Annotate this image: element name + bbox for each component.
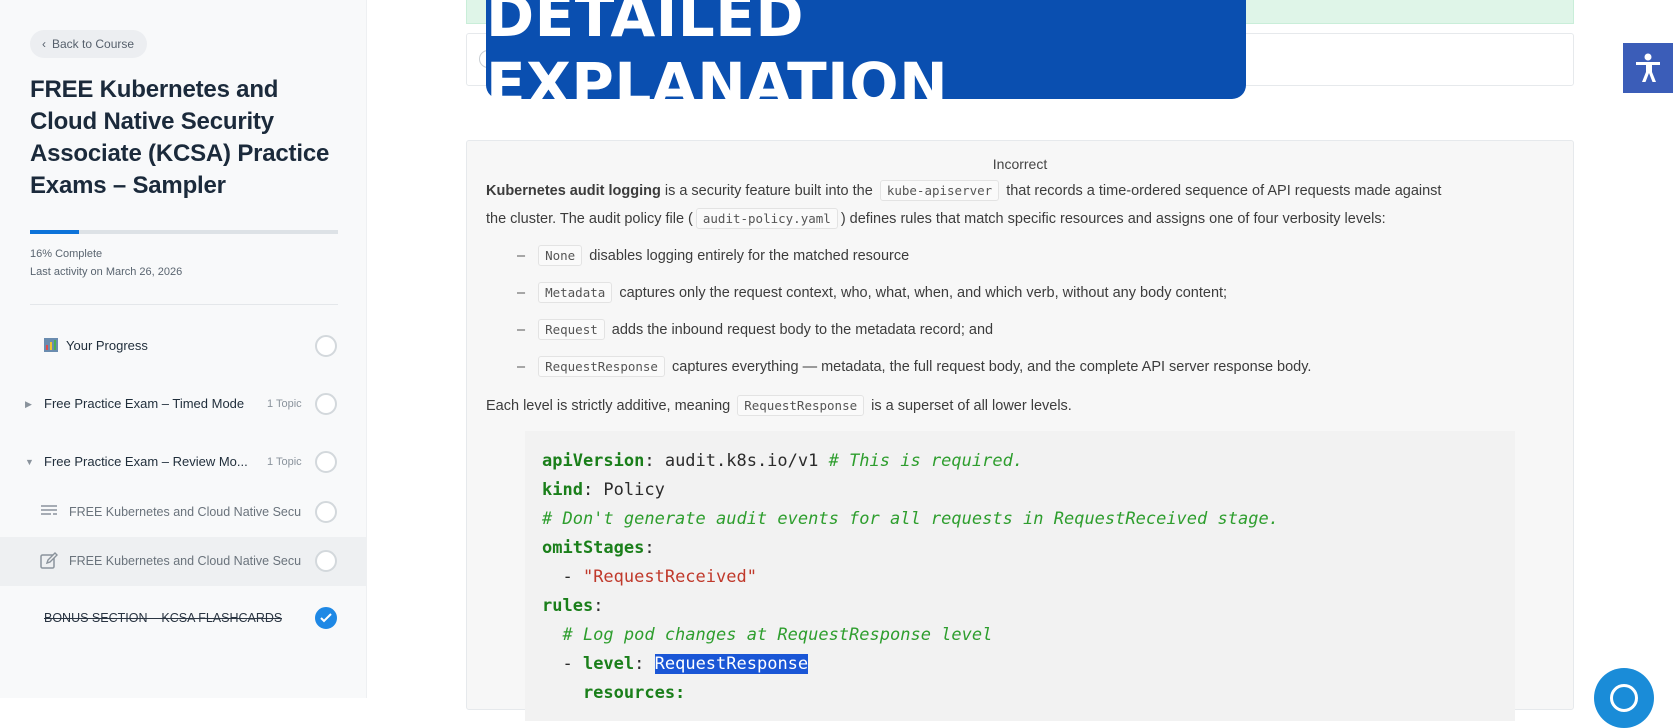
sidebar-subitem-lesson[interactable]: FREE Kubernetes and Cloud Native Secu [0,498,367,526]
sidebar-item-label: FREE Kubernetes and Cloud Native Secu [69,554,302,568]
dash: – [517,285,526,301]
sidebar-item-bonus-flashcards[interactable]: BONUS SECTION – KCSA FLASHCARDS [0,604,367,632]
progress-percent: 16% Complete [30,248,103,260]
inline-code: Metadata [538,282,613,303]
last-activity: Last activity on March 26, 2026 [30,266,183,278]
back-to-course-button[interactable]: ‹ Back to Course [30,30,148,58]
code-token: : audit.k8s.io/v1 [644,451,829,471]
level-item: – None disables logging entirely for the … [517,242,909,270]
dash: – [517,248,526,264]
lines-icon [40,504,58,521]
dash: – [517,359,526,375]
level-item: – Request adds the inbound request body t… [517,316,993,344]
caret-right-icon[interactable]: ▶ [25,399,32,410]
level-text: disables logging entirely for the matche… [589,248,910,264]
topic-count: 1 Topic [267,398,302,410]
inline-code: RequestResponse [538,356,665,377]
code-line: # Don't generate audit events for all re… [542,505,1279,534]
code-line: # Log pod changes at RequestResponse lev… [542,621,992,650]
code-line: apiVersion: audit.k8s.io/v1 # This is re… [542,447,1023,476]
intro-paragraph: Kubernetes audit logging is a security f… [486,177,1556,233]
chevron-left-icon: ‹ [42,37,46,51]
topic-count: 1 Topic [267,456,302,468]
code-token: : [593,596,604,616]
intro-text: ) defines rules that match specific reso… [840,211,1386,227]
code-line: - level: RequestResponse [542,650,809,679]
summary-text: Each level is strictly additive, meaning [486,398,735,414]
code-line: kind: Policy [542,476,665,505]
dash: – [517,322,526,338]
detailed-explanation-banner: DETAILED EXPLANATION [486,0,1246,118]
summary-text: is a superset of all lower levels. [867,398,1072,414]
inline-code: kube-apiserver [879,180,1000,201]
code-token: - [542,654,583,674]
course-sidebar: ‹ Back to Course FREE Kubernetes and Clo… [0,0,367,698]
code-token: omitStages [542,538,645,558]
yaml-code-block: apiVersion: audit.k8s.io/v1 # This is re… [525,431,1515,721]
code-token: # This is required. [828,451,1024,471]
chat-button[interactable] [1594,668,1654,728]
sidebar-item-timed-mode[interactable]: ▶ Free Practice Exam – Timed Mode 1 Topi… [0,390,367,418]
completion-circle [315,501,337,523]
sidebar-subitem-quiz[interactable]: FREE Kubernetes and Cloud Native Secu [0,537,367,586]
intro-bold: Kubernetes audit logging [486,183,661,199]
completion-circle [315,451,337,473]
code-token: apiVersion [542,451,645,471]
code-token: rules [542,596,594,616]
chart-icon [44,338,58,355]
sidebar-item-label: BONUS SECTION – KCSA FLASHCARDS [44,611,283,625]
code-line: omitStages: [542,534,655,563]
selected-text: RequestResponse [654,654,809,674]
progress-bar [30,230,338,234]
sidebar-item-label: Free Practice Exam – Timed Mode [44,396,245,411]
code-line: resources: [542,679,685,708]
inline-code: None [538,245,583,266]
accessibility-icon [1636,53,1660,82]
code-token: resources: [542,683,686,703]
code-token: : Policy [582,480,665,500]
code-token: : [634,654,655,674]
code-token: - [542,567,583,587]
completed-check-icon [315,607,337,629]
sidebar-item-your-progress[interactable]: Your Progress [0,332,367,360]
inline-code: audit-policy.yaml [695,208,838,229]
level-text: adds the inbound request body to the met… [611,322,994,338]
code-token: level [582,654,635,674]
intro-text: the cluster. The audit policy file ( [486,211,693,227]
sidebar-item-label: Free Practice Exam – Review Mo... [44,454,248,469]
inline-code: Request [538,319,605,340]
sidebar-item-review-mode[interactable]: ▼ Free Practice Exam – Review Mo... 1 To… [0,448,367,476]
banner-text: DETAILED EXPLANATION [486,0,949,118]
summary-paragraph: Each level is strictly additive, meaning… [486,392,1556,420]
inline-code: RequestResponse [737,395,865,416]
code-token: # Don't generate audit events for all re… [542,509,1279,529]
explanation-panel: Incorrect Kubernetes audit logging is a … [466,140,1574,721]
code-token: : [644,538,655,558]
intro-text: is a security feature built into the [660,183,877,199]
completion-circle [315,393,337,415]
level-text: captures everything — metadata, the full… [672,359,1312,375]
code-token: kind [542,480,583,500]
chat-icon [1610,684,1638,712]
sidebar-item-label: FREE Kubernetes and Cloud Native Secu [69,505,302,519]
answer-status: Incorrect [992,156,1048,172]
completion-circle [315,335,337,357]
code-line: rules: [542,592,603,621]
sidebar-item-label: Your Progress [66,338,148,353]
level-text: captures only the request context, who, … [619,285,1228,301]
divider [30,304,338,305]
back-to-course-label: Back to Course [52,37,135,51]
code-token: "RequestReceived" [582,567,757,587]
level-item: – Metadata captures only the request cont… [517,279,1227,307]
code-token: # Log pod changes at RequestResponse lev… [542,625,993,645]
accessibility-button[interactable] [1623,43,1673,93]
course-title: FREE Kubernetes and Cloud Native Securit… [30,76,330,199]
caret-down-icon[interactable]: ▼ [25,457,34,467]
level-item: – RequestResponse captures everything — m… [517,353,1311,381]
code-line: - "RequestReceived" [542,563,757,592]
progress-bar-fill [30,230,80,234]
intro-text: that records a time-ordered sequence of … [1002,183,1442,199]
completion-circle [315,550,337,572]
edit-icon [40,552,58,573]
